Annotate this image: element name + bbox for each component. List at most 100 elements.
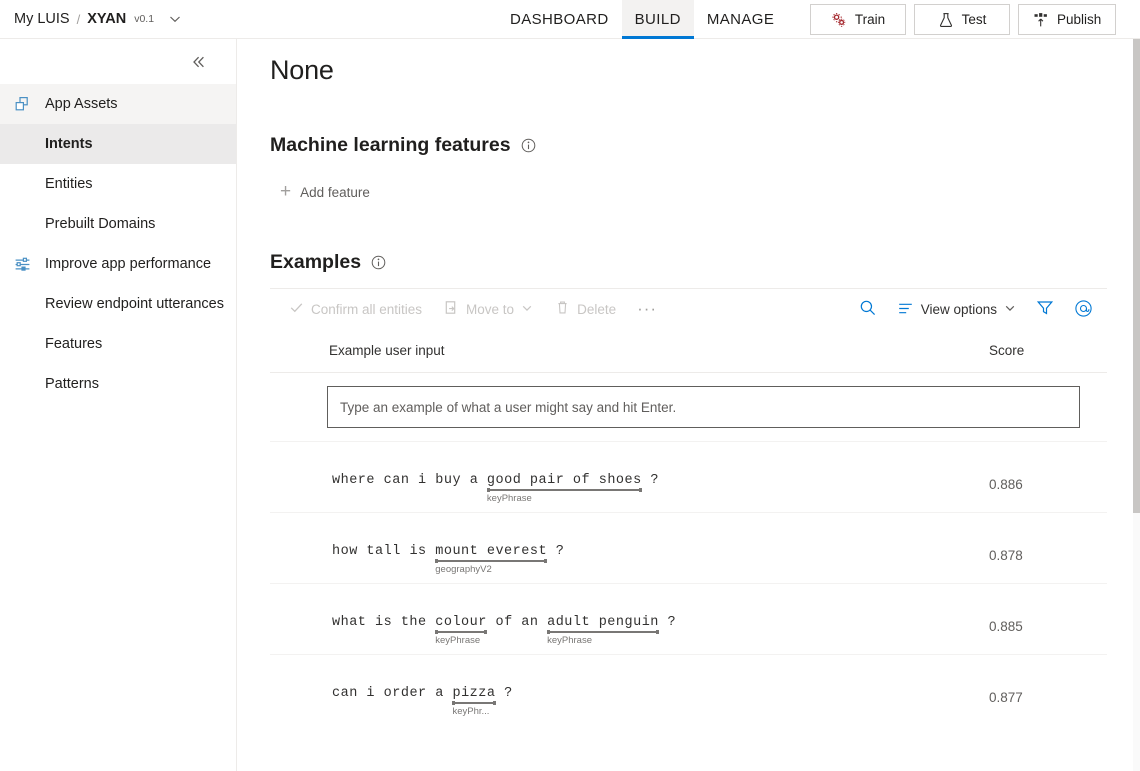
- entity-span[interactable]: colour keyPhrase: [435, 615, 487, 645]
- train-button[interactable]: Train: [810, 4, 906, 35]
- chevron-down-icon: [521, 302, 533, 317]
- sidebar-item-patterns[interactable]: Patterns: [0, 364, 236, 404]
- sidebar-item-improve-app-performance[interactable]: Improve app performance: [0, 244, 236, 284]
- main-nav-tabs: DASHBOARD BUILD MANAGE: [497, 0, 787, 39]
- move-to-button[interactable]: Move to: [433, 293, 544, 325]
- main-scrollbar-track[interactable]: [1133, 39, 1140, 771]
- add-feature-button[interactable]: + Add feature: [270, 182, 1107, 201]
- breadcrumb-root[interactable]: My LUIS: [14, 11, 70, 27]
- utterance-text[interactable]: where can i buy a good pair of shoes keyP…: [270, 442, 959, 503]
- page-title: None: [270, 55, 334, 85]
- utterance-token: ?: [650, 473, 659, 489]
- entity-label: keyPhr...: [452, 706, 490, 718]
- breadcrumb: My LUIS / XYAN v0.1: [0, 0, 182, 38]
- sidebar-item-intents[interactable]: Intents: [0, 124, 236, 164]
- entity-underline: [435, 559, 548, 564]
- entity-underline: [486, 488, 642, 493]
- tab-manage[interactable]: MANAGE: [694, 0, 787, 39]
- tab-build[interactable]: BUILD: [621, 0, 695, 39]
- sidebar-item-label: Prebuilt Domains: [45, 216, 156, 232]
- more-options-button[interactable]: ···: [627, 293, 667, 325]
- double-chevron-left-icon[interactable]: [186, 49, 212, 75]
- publish-button[interactable]: Publish: [1018, 4, 1117, 35]
- utterance-token: i: [418, 473, 427, 489]
- main-scrollbar-thumb[interactable]: [1133, 39, 1140, 513]
- table-row[interactable]: can i order a pizza keyPhr... ? 0.877: [270, 654, 1107, 725]
- filter-button[interactable]: [1026, 294, 1064, 326]
- utterance-token: can: [383, 473, 410, 489]
- search-button[interactable]: [849, 294, 887, 326]
- utterance-score: 0.878: [989, 548, 1023, 564]
- info-circle-icon[interactable]: [521, 138, 536, 153]
- utterance-token: tall: [366, 544, 401, 560]
- top-action-buttons: Train Test Publish: [810, 4, 1117, 35]
- utterance-text[interactable]: how tall is mount everest geographyV2 ?: [270, 513, 959, 574]
- column-header-utterance: Example user input: [329, 343, 445, 359]
- gears-icon: [831, 12, 847, 28]
- sidebar-item-review-endpoint-utterances[interactable]: Review endpoint utterances: [0, 284, 236, 324]
- table-row[interactable]: how tall is mount everest geographyV2 ? 0.…: [270, 512, 1107, 583]
- chevron-down-icon[interactable]: [168, 12, 182, 26]
- new-utterance-input[interactable]: [327, 386, 1080, 429]
- entity-span[interactable]: pizza keyPhr...: [452, 686, 496, 716]
- info-circle-icon[interactable]: [371, 255, 386, 270]
- sidebar-item-prebuilt-domains[interactable]: Prebuilt Domains: [0, 204, 236, 244]
- utterance-text[interactable]: can i order a pizza keyPhr... ?: [270, 655, 959, 716]
- ml-features-heading-row: Machine learning features: [270, 134, 1107, 157]
- entity-span[interactable]: mount everest geographyV2: [435, 544, 548, 574]
- flask-icon: [938, 12, 954, 28]
- examples-heading: Examples: [270, 251, 362, 274]
- filter-icon: [1036, 299, 1054, 320]
- utterance-token: what: [332, 615, 367, 631]
- utterance-score: 0.877: [989, 690, 1023, 706]
- sidebar-item-label: Patterns: [45, 376, 99, 392]
- breadcrumb-version: v0.1: [134, 13, 155, 25]
- entity-text: colour: [435, 615, 487, 631]
- entity-span[interactable]: adult penguin keyPhrase: [547, 615, 659, 645]
- test-button[interactable]: Test: [914, 4, 1010, 35]
- confirm-all-entities-button[interactable]: Confirm all entities: [278, 293, 433, 325]
- utterance-token: is: [409, 544, 427, 560]
- entity-span[interactable]: good pair of shoes keyPhrase: [486, 474, 642, 503]
- entity-label: keyPhrase: [547, 635, 592, 647]
- table-row[interactable]: where can i buy a good pair of shoes keyP…: [270, 441, 1107, 512]
- sliders-icon: [0, 256, 45, 273]
- sidebar-item-label: Entities: [45, 176, 93, 192]
- examples-heading-row: Examples: [270, 251, 1107, 274]
- main-content: None Machine learning features + Add fea…: [237, 39, 1140, 771]
- search-icon: [859, 299, 877, 320]
- breadcrumb-separator: /: [76, 11, 81, 27]
- sidebar-item-app-assets[interactable]: App Assets: [0, 84, 236, 124]
- utterance-token: buy: [435, 473, 462, 489]
- tab-dashboard[interactable]: DASHBOARD: [497, 0, 622, 39]
- utterance-token: the: [400, 615, 427, 631]
- move-to-label: Move to: [466, 301, 515, 317]
- top-bar: My LUIS / XYAN v0.1 DASHBOARD BUILD MANA…: [0, 0, 1140, 39]
- utterance-token: can: [332, 686, 358, 702]
- entity-text: mount everest: [435, 544, 548, 560]
- confirm-all-entities-label: Confirm all entities: [311, 301, 423, 317]
- utterance-text[interactable]: what is the colour keyPhrase of an adult …: [270, 584, 959, 645]
- utterance-token: is: [375, 615, 393, 631]
- utterance-token: a: [435, 686, 444, 702]
- utterance-score: 0.886: [989, 477, 1023, 493]
- entity-label: geographyV2: [435, 564, 492, 576]
- entity-label: keyPhrase: [435, 635, 481, 647]
- entity-text: pizza: [452, 686, 496, 702]
- sidebar-item-entities[interactable]: Entities: [0, 164, 236, 204]
- sidebar: App Assets Intents Entities Prebuilt Dom…: [0, 39, 237, 771]
- at-mention-icon: [1074, 299, 1093, 321]
- view-options-button[interactable]: View options: [887, 294, 1026, 326]
- sidebar-item-features[interactable]: Features: [0, 324, 236, 364]
- publish-upload-icon: [1033, 12, 1049, 28]
- utterance-token: order: [383, 686, 427, 702]
- breadcrumb-app-name[interactable]: XYAN: [87, 11, 126, 27]
- table-row[interactable]: what is the colour keyPhrase of an adult …: [270, 583, 1107, 654]
- delete-button[interactable]: Delete: [544, 293, 627, 325]
- at-mention-button[interactable]: [1064, 294, 1103, 326]
- add-feature-label: Add feature: [300, 185, 370, 201]
- entity-text: adult penguin: [547, 615, 659, 631]
- toolbar-right-group: View options: [849, 289, 1103, 330]
- utterance-token: how: [332, 544, 358, 560]
- train-button-label: Train: [854, 12, 886, 27]
